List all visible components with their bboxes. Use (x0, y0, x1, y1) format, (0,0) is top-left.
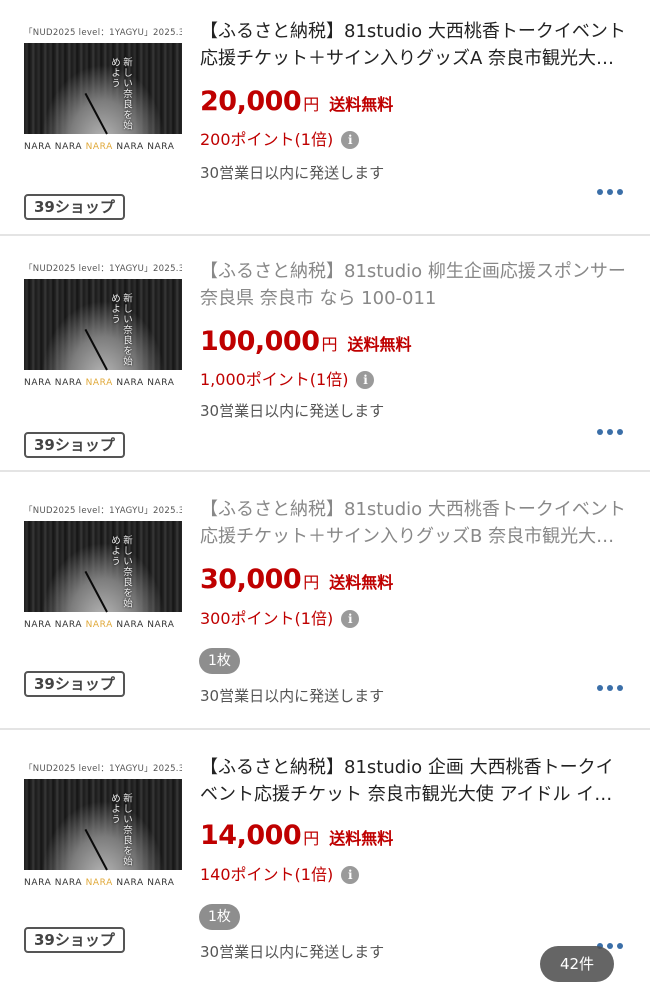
info-icon[interactable]: i (356, 371, 375, 389)
quantity-badge: 1枚 (199, 648, 240, 674)
delivery-info: 30営業日以内に発送します (200, 687, 385, 705)
product-item[interactable]: 「NUD2025 level：1YAGYU」2025.3.1 新しい奈良を始めよ… (0, 472, 650, 728)
more-options-icon[interactable] (596, 682, 626, 694)
shop-badge: 39ショップ (24, 671, 125, 697)
more-options-icon[interactable] (596, 426, 626, 438)
thumbnail-caption-bottom: NARA NARA NARA NARA NARA (24, 878, 175, 888)
thumbnail-caption-top: 「NUD2025 level：1YAGYU」2025.3.1 (24, 28, 182, 38)
shop-badge: 39ショップ (24, 432, 125, 458)
currency: 円 (303, 829, 320, 848)
info-icon[interactable]: i (341, 610, 360, 628)
price: 100,000 (200, 326, 320, 357)
currency: 円 (303, 573, 320, 592)
product-thumbnail[interactable]: 「NUD2025 level：1YAGYU」2025.3.1 新しい奈良を始めよ… (24, 504, 182, 634)
thumbnail-caption-bottom: NARA NARA NARA NARA NARA (24, 142, 175, 152)
forest-photo: 新しい奈良を始めよう (24, 279, 182, 371)
thumbnail-caption-top: 「NUD2025 level：1YAGYU」2025.3.1 (24, 764, 182, 774)
thumbnail-vertical-text: 新しい奈良を始めよう (109, 57, 132, 131)
price: 30,000 (200, 564, 302, 595)
free-shipping-label: 送料無料 (329, 573, 394, 592)
product-item[interactable]: 「NUD2025 level：1YAGYU」2025.3.1 新しい奈良を始めよ… (0, 236, 650, 470)
shop-badge: 39ショップ (24, 194, 125, 220)
product-thumbnail[interactable]: 「NUD2025 level：1YAGYU」2025.3.1 新しい奈良を始めよ… (24, 26, 182, 156)
free-shipping-label: 送料無料 (329, 95, 394, 114)
info-icon[interactable]: i (341, 866, 360, 884)
thumbnail-vertical-text: 新しい奈良を始めよう (109, 793, 132, 867)
price: 14,000 (200, 820, 302, 851)
product-thumbnail[interactable]: 「NUD2025 level：1YAGYU」2025.3.1 新しい奈良を始めよ… (24, 762, 182, 892)
price-row: 14,000 円送料無料 (200, 820, 393, 854)
free-shipping-label: 送料無料 (347, 335, 412, 354)
free-shipping-label: 送料無料 (329, 829, 394, 848)
points-row: 300ポイント(1倍) i (200, 605, 360, 629)
more-options-icon[interactable] (596, 186, 626, 198)
product-title[interactable]: 【ふるさと納税】81studio 柳生企画応援スポンサー 奈良県 奈良市 なら … (200, 258, 628, 312)
points-row: 1,000ポイント(1倍) i (200, 366, 375, 390)
product-title[interactable]: 【ふるさと納税】81studio 企画 大西桃香トークイベント応援チケット 奈良… (200, 754, 628, 808)
thumbnail-vertical-text: 新しい奈良を始めよう (109, 293, 132, 367)
currency: 円 (321, 335, 338, 354)
delivery-info: 30営業日以内に発送します (200, 943, 385, 961)
price: 20,000 (200, 86, 302, 117)
info-icon[interactable]: i (341, 131, 360, 149)
points-label: 140ポイント(1倍) (200, 865, 334, 884)
result-count-badge: 42件 (540, 946, 614, 982)
shop-badge: 39ショップ (24, 927, 125, 953)
price-row: 30,000 円送料無料 (200, 564, 393, 598)
product-title[interactable]: 【ふるさと納税】81studio 大西桃香トークイベント応援チケット＋サイン入り… (200, 18, 628, 72)
points-row: 140ポイント(1倍) i (200, 861, 360, 885)
points-label: 1,000ポイント(1倍) (200, 370, 349, 389)
thumbnail-caption-bottom: NARA NARA NARA NARA NARA (24, 620, 175, 630)
product-item[interactable]: 「NUD2025 level：1YAGYU」2025.3.1 新しい奈良を始めよ… (0, 0, 650, 234)
price-row: 20,000 円送料無料 (200, 86, 393, 120)
delivery-info: 30営業日以内に発送します (200, 164, 385, 182)
product-thumbnail[interactable]: 「NUD2025 level：1YAGYU」2025.3.1 新しい奈良を始めよ… (24, 262, 182, 392)
price-row: 100,000 円送料無料 (200, 326, 412, 360)
product-title[interactable]: 【ふるさと納税】81studio 大西桃香トークイベント応援チケット＋サイン入り… (200, 496, 628, 550)
delivery-info: 30営業日以内に発送します (200, 402, 385, 420)
points-row: 200ポイント(1倍) i (200, 126, 360, 150)
thumbnail-caption-bottom: NARA NARA NARA NARA NARA (24, 378, 175, 388)
forest-photo: 新しい奈良を始めよう (24, 779, 182, 871)
points-label: 200ポイント(1倍) (200, 130, 334, 149)
forest-photo: 新しい奈良を始めよう (24, 521, 182, 613)
points-label: 300ポイント(1倍) (200, 609, 334, 628)
thumbnail-caption-top: 「NUD2025 level：1YAGYU」2025.3.1 (24, 506, 182, 516)
currency: 円 (303, 95, 320, 114)
forest-photo: 新しい奈良を始めよう (24, 43, 182, 135)
quantity-badge: 1枚 (199, 904, 240, 930)
thumbnail-caption-top: 「NUD2025 level：1YAGYU」2025.3.1 (24, 264, 182, 274)
thumbnail-vertical-text: 新しい奈良を始めよう (109, 535, 132, 609)
